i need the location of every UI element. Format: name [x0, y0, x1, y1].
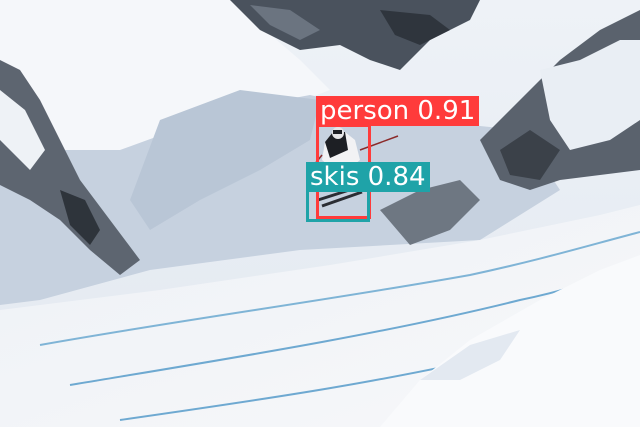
- person-detection-label: person 0.91: [316, 96, 480, 126]
- person-detection-score: 0.91: [417, 96, 476, 126]
- skis-detection-class: skis: [310, 162, 360, 192]
- skis-detection-label: skis 0.84: [306, 162, 430, 192]
- photo-scene: person 0.91 skis 0.84: [0, 0, 640, 427]
- skis-detection-score: 0.84: [367, 162, 426, 192]
- person-detection-class: person: [320, 96, 410, 126]
- skis-detection-box: [306, 189, 370, 222]
